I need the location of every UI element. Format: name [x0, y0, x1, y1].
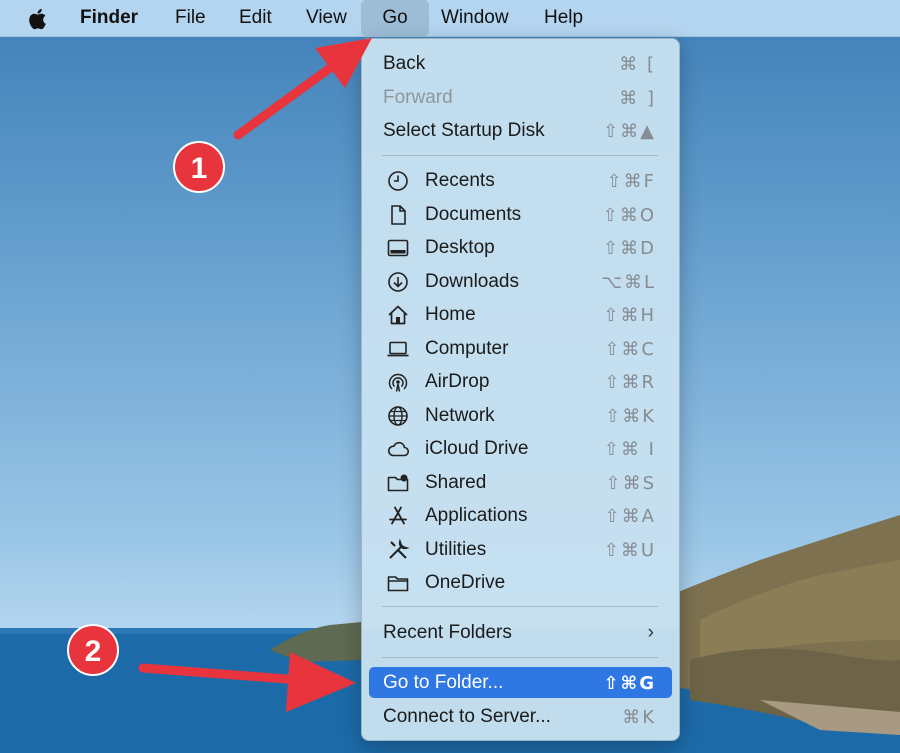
cloud-icon	[387, 441, 410, 457]
menu-item-label: Connect to Server...	[383, 706, 551, 727]
apple-logo-icon[interactable]	[28, 0, 52, 36]
menu-item-desktop[interactable]: Desktop ⇧⌘D	[369, 232, 672, 263]
airdrop-icon	[388, 373, 408, 392]
menu-item-back[interactable]: Back ⌘ [	[369, 48, 672, 79]
menu-item-label: Desktop	[425, 237, 495, 258]
menu-help[interactable]: Help	[544, 0, 583, 36]
menu-item-label: Documents	[425, 204, 522, 225]
menu-item-label: Utilities	[425, 539, 487, 560]
shortcut: ⇧⌘C	[604, 339, 656, 360]
shortcut: ⇧⌘G	[603, 673, 656, 694]
menu-item-label: OneDrive	[425, 572, 506, 593]
menu-item-label: Select Startup Disk	[383, 120, 545, 141]
desktop-icon	[387, 239, 409, 257]
menu-item-select-startup-disk[interactable]: Select Startup Disk ⇧⌘▲	[369, 115, 672, 146]
menu-item-label: Recents	[425, 170, 495, 191]
menu-item-go-to-folder[interactable]: Go to Folder... ⇧⌘G	[369, 667, 672, 698]
folder-icon	[387, 576, 409, 592]
globe-icon	[388, 406, 408, 426]
chevron-right-icon: ›	[647, 622, 654, 643]
home-icon	[388, 305, 408, 325]
menu-item-utilities[interactable]: Utilities ⇧⌘U	[369, 534, 672, 565]
laptop-icon	[387, 341, 409, 357]
menu-item-connect-to-server[interactable]: Connect to Server... ⌘K	[369, 701, 672, 732]
shortcut: ⌘K	[622, 707, 656, 728]
menu-separator	[382, 606, 658, 607]
menu-item-label: Applications	[425, 505, 528, 526]
shortcut: ⇧⌘S	[605, 473, 656, 494]
download-icon	[388, 272, 408, 292]
menu-edit[interactable]: Edit	[239, 0, 272, 36]
menu-item-recent-folders[interactable]: Recent Folders ›	[369, 617, 672, 648]
menu-item-downloads[interactable]: Downloads ⌥⌘L	[369, 266, 672, 297]
menu-item-forward: Forward ⌘ ]	[369, 82, 672, 113]
menu-item-icloud-drive[interactable]: iCloud Drive ⇧⌘ I	[369, 433, 672, 464]
go-dropdown-menu: Back ⌘ [ Forward ⌘ ] Select Startup Disk…	[361, 38, 680, 741]
shared-folder-icon	[387, 474, 409, 492]
shortcut: ⇧⌘ I	[603, 439, 656, 460]
clock-icon	[388, 171, 408, 191]
menu-item-label: iCloud Drive	[425, 438, 529, 459]
menu-item-computer[interactable]: Computer ⇧⌘C	[369, 333, 672, 364]
menu-item-onedrive[interactable]: OneDrive	[369, 567, 672, 598]
menu-finder[interactable]: Finder	[80, 0, 138, 36]
utilities-icon	[389, 538, 410, 559]
applications-icon	[389, 506, 407, 525]
shortcut: ⇧⌘D	[603, 238, 656, 259]
menu-item-home[interactable]: Home ⇧⌘H	[369, 299, 672, 330]
shortcut: ⇧⌘H	[603, 305, 656, 326]
shortcut: ⇧⌘O	[602, 205, 656, 226]
menu-item-label: AirDrop	[425, 371, 490, 392]
menu-go[interactable]: Go	[361, 0, 429, 36]
menu-item-airdrop[interactable]: AirDrop ⇧⌘R	[369, 366, 672, 397]
document-icon	[391, 205, 406, 225]
menu-separator	[382, 155, 658, 156]
menu-bar: Finder File Edit View Go Window Help	[0, 0, 900, 37]
menu-item-label: Home	[425, 304, 476, 325]
shortcut: ⇧⌘R	[604, 372, 656, 393]
menu-item-applications[interactable]: Applications ⇧⌘A	[369, 500, 672, 531]
menu-item-label: Downloads	[425, 271, 519, 292]
menu-view[interactable]: View	[306, 0, 347, 36]
shortcut: ⇧⌘F	[606, 171, 656, 192]
shortcut: ⌥⌘L	[601, 272, 656, 293]
menu-window[interactable]: Window	[441, 0, 509, 36]
shortcut: ⌘ [	[619, 54, 656, 75]
menu-item-label: Shared	[425, 472, 487, 493]
shortcut: ⌘ ]	[619, 88, 656, 109]
step-badge-2: 2	[67, 624, 119, 676]
shortcut: ⇧⌘K	[605, 406, 656, 427]
menu-item-recents[interactable]: Recents ⇧⌘F	[369, 165, 672, 196]
shortcut: ⇧⌘U	[603, 540, 656, 561]
menu-item-label: Back	[383, 53, 426, 74]
shortcut: ⇧⌘▲	[603, 121, 656, 142]
menu-item-shared[interactable]: Shared ⇧⌘S	[369, 467, 672, 498]
shortcut: ⇧⌘A	[604, 506, 656, 527]
menu-item-label: Go to Folder...	[383, 672, 504, 693]
menu-item-label: Computer	[425, 338, 509, 359]
menu-item-label: Forward	[383, 87, 453, 108]
menu-separator	[382, 657, 658, 658]
menu-item-network[interactable]: Network ⇧⌘K	[369, 400, 672, 431]
step-badge-1: 1	[173, 141, 225, 193]
menu-item-label: Network	[425, 405, 495, 426]
menu-item-documents[interactable]: Documents ⇧⌘O	[369, 199, 672, 230]
menu-file[interactable]: File	[175, 0, 206, 36]
menu-item-label: Recent Folders	[383, 622, 512, 643]
